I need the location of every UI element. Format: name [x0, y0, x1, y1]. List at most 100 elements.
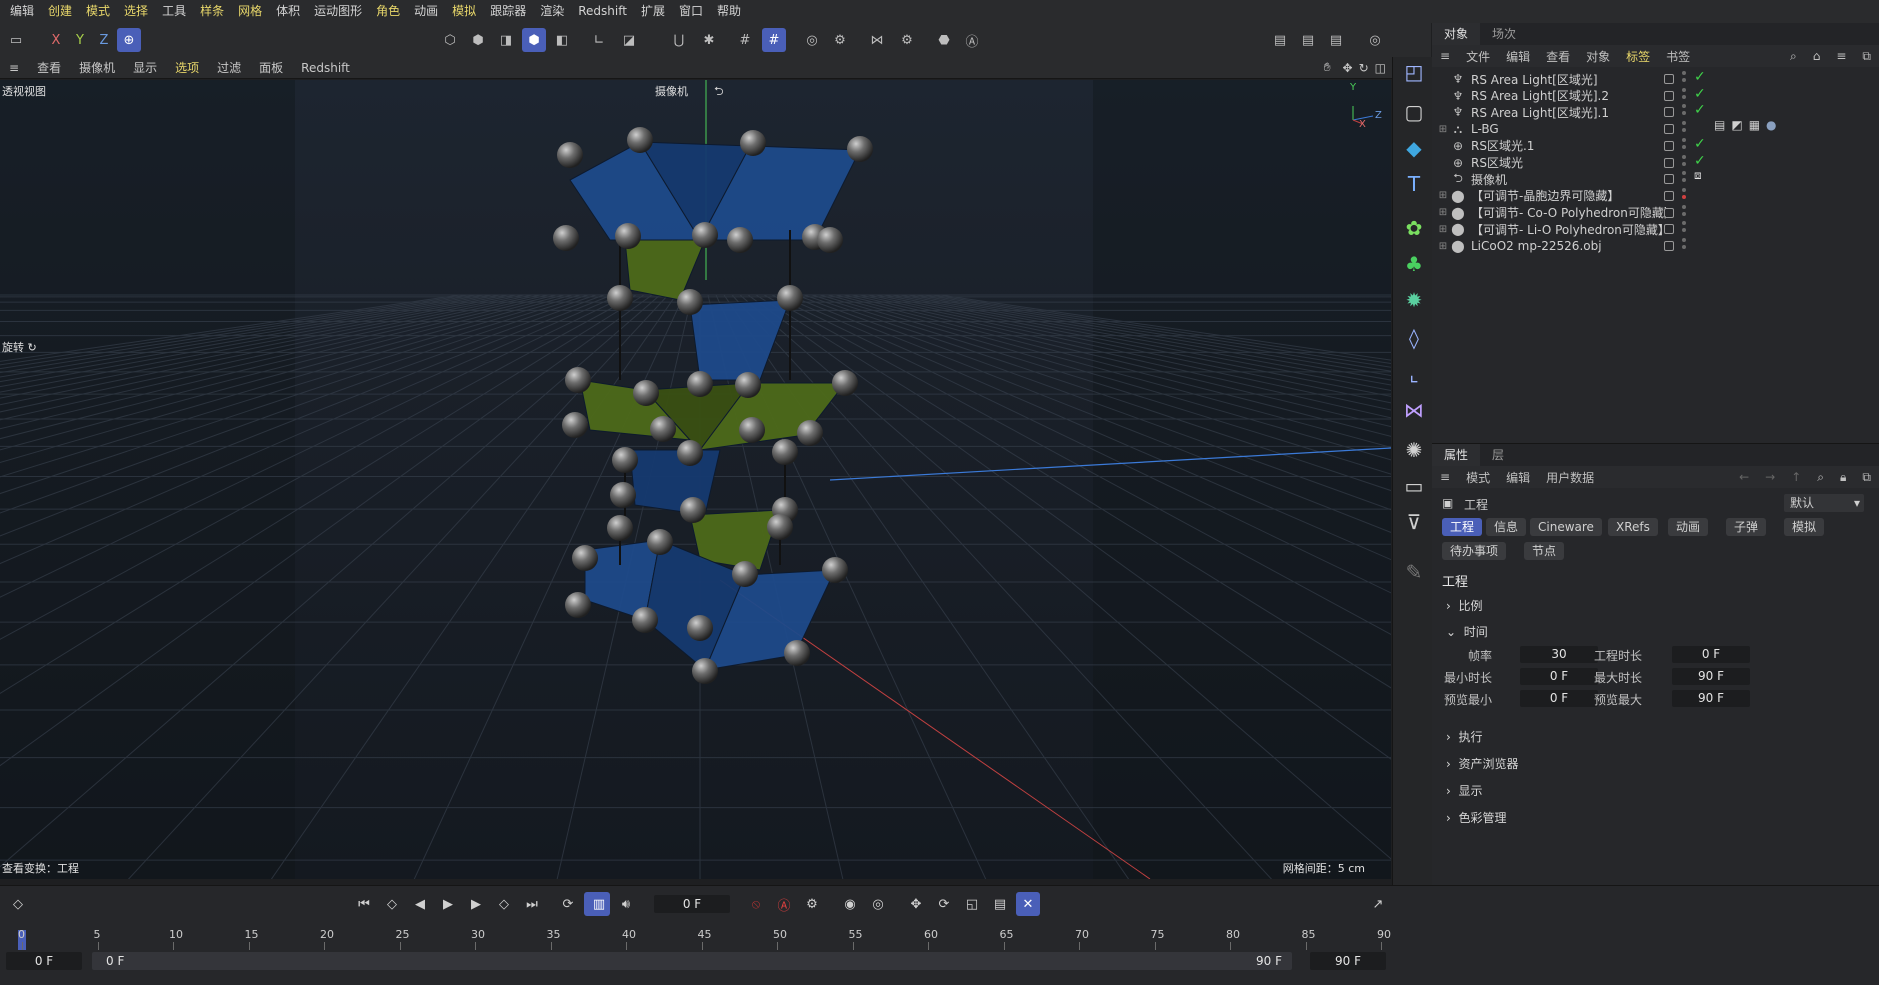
om-menu-bookmarks[interactable]: 书签	[1658, 48, 1698, 65]
pill-project[interactable]: 工程	[1442, 518, 1483, 536]
keyframe-diamond-icon[interactable]: ◇	[6, 892, 30, 916]
vp-menu-panel[interactable]: 面板	[250, 59, 292, 76]
cube-outline-icon[interactable]: ▢	[1399, 97, 1429, 127]
vp-menu-camera[interactable]: 摄像机	[70, 59, 124, 76]
workplane-icon[interactable]: ∟	[587, 28, 611, 52]
up-arrow-icon[interactable]: ↑	[1783, 470, 1809, 484]
home-icon[interactable]: ⌂	[1805, 49, 1829, 63]
menu-item-14[interactable]: Redshift	[572, 0, 635, 23]
tab-attributes[interactable]: 属性	[1432, 444, 1481, 466]
edit-checkbox-icon[interactable]	[1664, 241, 1674, 251]
edit-checkbox-icon[interactable]	[1664, 90, 1674, 101]
go-to-start-icon[interactable]: ⏮︎	[352, 892, 376, 916]
camera-target-tag-icon[interactable]: ⧈	[1694, 168, 1702, 183]
visibility-dots-icon[interactable]	[1682, 187, 1686, 202]
expand-icon[interactable]: ⊞	[1437, 241, 1449, 252]
cube-icon[interactable]: ◆	[1399, 133, 1429, 163]
current-frame-field[interactable]: 0 F	[654, 895, 730, 913]
enabled-check-icon[interactable]: ✓	[1694, 153, 1706, 169]
key-param-icon[interactable]: ▤	[988, 892, 1012, 916]
undo-icon[interactable]: ▭	[4, 28, 28, 52]
play-icon[interactable]: ▶	[436, 892, 460, 916]
visibility-dots-icon[interactable]	[1682, 71, 1686, 85]
render-view-icon[interactable]: ▤	[1268, 28, 1292, 52]
render-settings-clapper-icon[interactable]: ▤	[1324, 28, 1348, 52]
model-mode-icon[interactable]: ⬢	[522, 28, 546, 52]
filter-icon[interactable]: ≡	[1828, 49, 1854, 63]
visibility-dots-icon[interactable]	[1682, 204, 1686, 219]
menu-item-17[interactable]: 帮助	[711, 0, 749, 23]
texture-mode-icon[interactable]: ◧	[550, 28, 574, 52]
attr-menu-edit[interactable]: 编辑	[1498, 469, 1538, 486]
vp-menu-display[interactable]: 显示	[124, 59, 166, 76]
menu-item-9[interactable]: 角色	[370, 0, 408, 23]
om-menu-edit[interactable]: 编辑	[1498, 48, 1538, 65]
next-frame-icon[interactable]: ▶	[464, 892, 488, 916]
enabled-check-icon[interactable]: ✓	[1694, 102, 1706, 118]
menu-item-1[interactable]: 创建	[42, 0, 80, 23]
go-to-end-icon[interactable]: ⏭︎	[520, 892, 544, 916]
visibility-dots-icon[interactable]	[1682, 154, 1686, 169]
object-name[interactable]: LiCoO2 mp-22526.obj	[1471, 239, 1666, 253]
object-row[interactable]: ⊞ ⬤ LiCoO2 mp-22526.obj	[1432, 236, 1879, 256]
visibility-dots-icon[interactable]	[1682, 87, 1686, 102]
menu-item-8[interactable]: 运动图形	[308, 0, 370, 23]
menu-item-16[interactable]: 窗口	[673, 0, 711, 23]
vp-menu-view[interactable]: 查看	[28, 59, 70, 76]
search-icon[interactable]: ⌕	[1782, 49, 1805, 64]
deformer-icon[interactable]: ◊	[1399, 323, 1429, 353]
maximize-view-icon[interactable]: ◫	[1372, 61, 1392, 75]
redshift-a-icon[interactable]: Ⓐ	[960, 28, 984, 52]
menu-item-13[interactable]: 渲染	[534, 0, 572, 23]
attr-hamburger-icon[interactable]: ≡	[1432, 470, 1458, 484]
expand-icon[interactable]: ⊞	[1437, 207, 1449, 218]
key-rotation-icon[interactable]: ⟳	[932, 892, 956, 916]
previous-key-icon[interactable]: ◇	[380, 892, 404, 916]
edit-checkbox-icon[interactable]	[1664, 174, 1674, 185]
pen-icon[interactable]: ✎	[1399, 557, 1429, 587]
key-scale-icon[interactable]: ◱	[960, 892, 984, 916]
tab-layers[interactable]: 层	[1480, 444, 1516, 466]
menu-item-2[interactable]: 模式	[80, 0, 118, 23]
next-key-icon[interactable]: ◇	[492, 892, 516, 916]
move-view-icon[interactable]: ✥	[1340, 61, 1356, 75]
max-time-field[interactable]: 90 F	[1672, 668, 1750, 685]
visibility-dots-icon[interactable]	[1682, 238, 1686, 252]
active-camera-label[interactable]: 摄像机	[655, 83, 688, 99]
edit-checkbox-icon[interactable]	[1664, 157, 1674, 168]
clapper-tag-icon[interactable]: ▤	[1714, 118, 1731, 132]
pill-cineware[interactable]: Cineware	[1530, 518, 1602, 536]
tab-takes[interactable]: 场次	[1480, 23, 1528, 45]
field-icon[interactable]: ⌞	[1399, 359, 1429, 389]
section-scale[interactable]: › 比例	[1446, 597, 1482, 614]
render-settings-icon[interactable]: ⚙	[828, 28, 852, 52]
expand-icon[interactable]: ⊞	[1437, 224, 1449, 235]
attr-lock-icon[interactable]: 🔒︎	[1832, 470, 1854, 485]
floor-icon[interactable]: ⊽	[1399, 507, 1429, 537]
visibility-dots-icon[interactable]	[1682, 104, 1686, 118]
menu-item-3[interactable]: 选择	[118, 0, 156, 23]
timeline-expand-icon[interactable]: ↗	[1366, 892, 1390, 916]
project-length-field[interactable]: 0 F	[1672, 646, 1750, 663]
grid-icon[interactable]: #	[733, 28, 757, 52]
attr-search-icon[interactable]: ⌕	[1809, 470, 1832, 485]
layout-icon[interactable]: ◎	[1363, 28, 1387, 52]
render-region-icon[interactable]: ◎	[800, 28, 824, 52]
menu-item-6[interactable]: 网格	[232, 0, 270, 23]
pill-animation[interactable]: 动画	[1668, 518, 1709, 536]
range-end-field[interactable]: 90 F	[1310, 952, 1386, 970]
light-sidebar-icon[interactable]: ✺	[1399, 435, 1429, 465]
snap-grid-icon[interactable]: #	[762, 28, 786, 52]
points-mode-icon[interactable]: ⬡	[438, 28, 462, 52]
pill-todo[interactable]: 待办事项	[1442, 542, 1507, 560]
autokey-icon[interactable]: Ⓐ	[772, 892, 796, 916]
attr-new-window-icon[interactable]: ⧉	[1854, 470, 1879, 485]
menu-item-11[interactable]: 模拟	[446, 0, 484, 23]
edit-checkbox-icon[interactable]	[1664, 190, 1674, 201]
pill-simulation[interactable]: 模拟	[1784, 518, 1825, 536]
section-asset-browser[interactable]: › 资产浏览器	[1446, 755, 1518, 772]
previous-frame-icon[interactable]: ◀	[408, 892, 432, 916]
enabled-check-icon[interactable]: ✓	[1694, 69, 1706, 85]
section-execute[interactable]: › 执行	[1446, 728, 1482, 745]
sound-marker-icon[interactable]: ▥	[588, 892, 610, 916]
